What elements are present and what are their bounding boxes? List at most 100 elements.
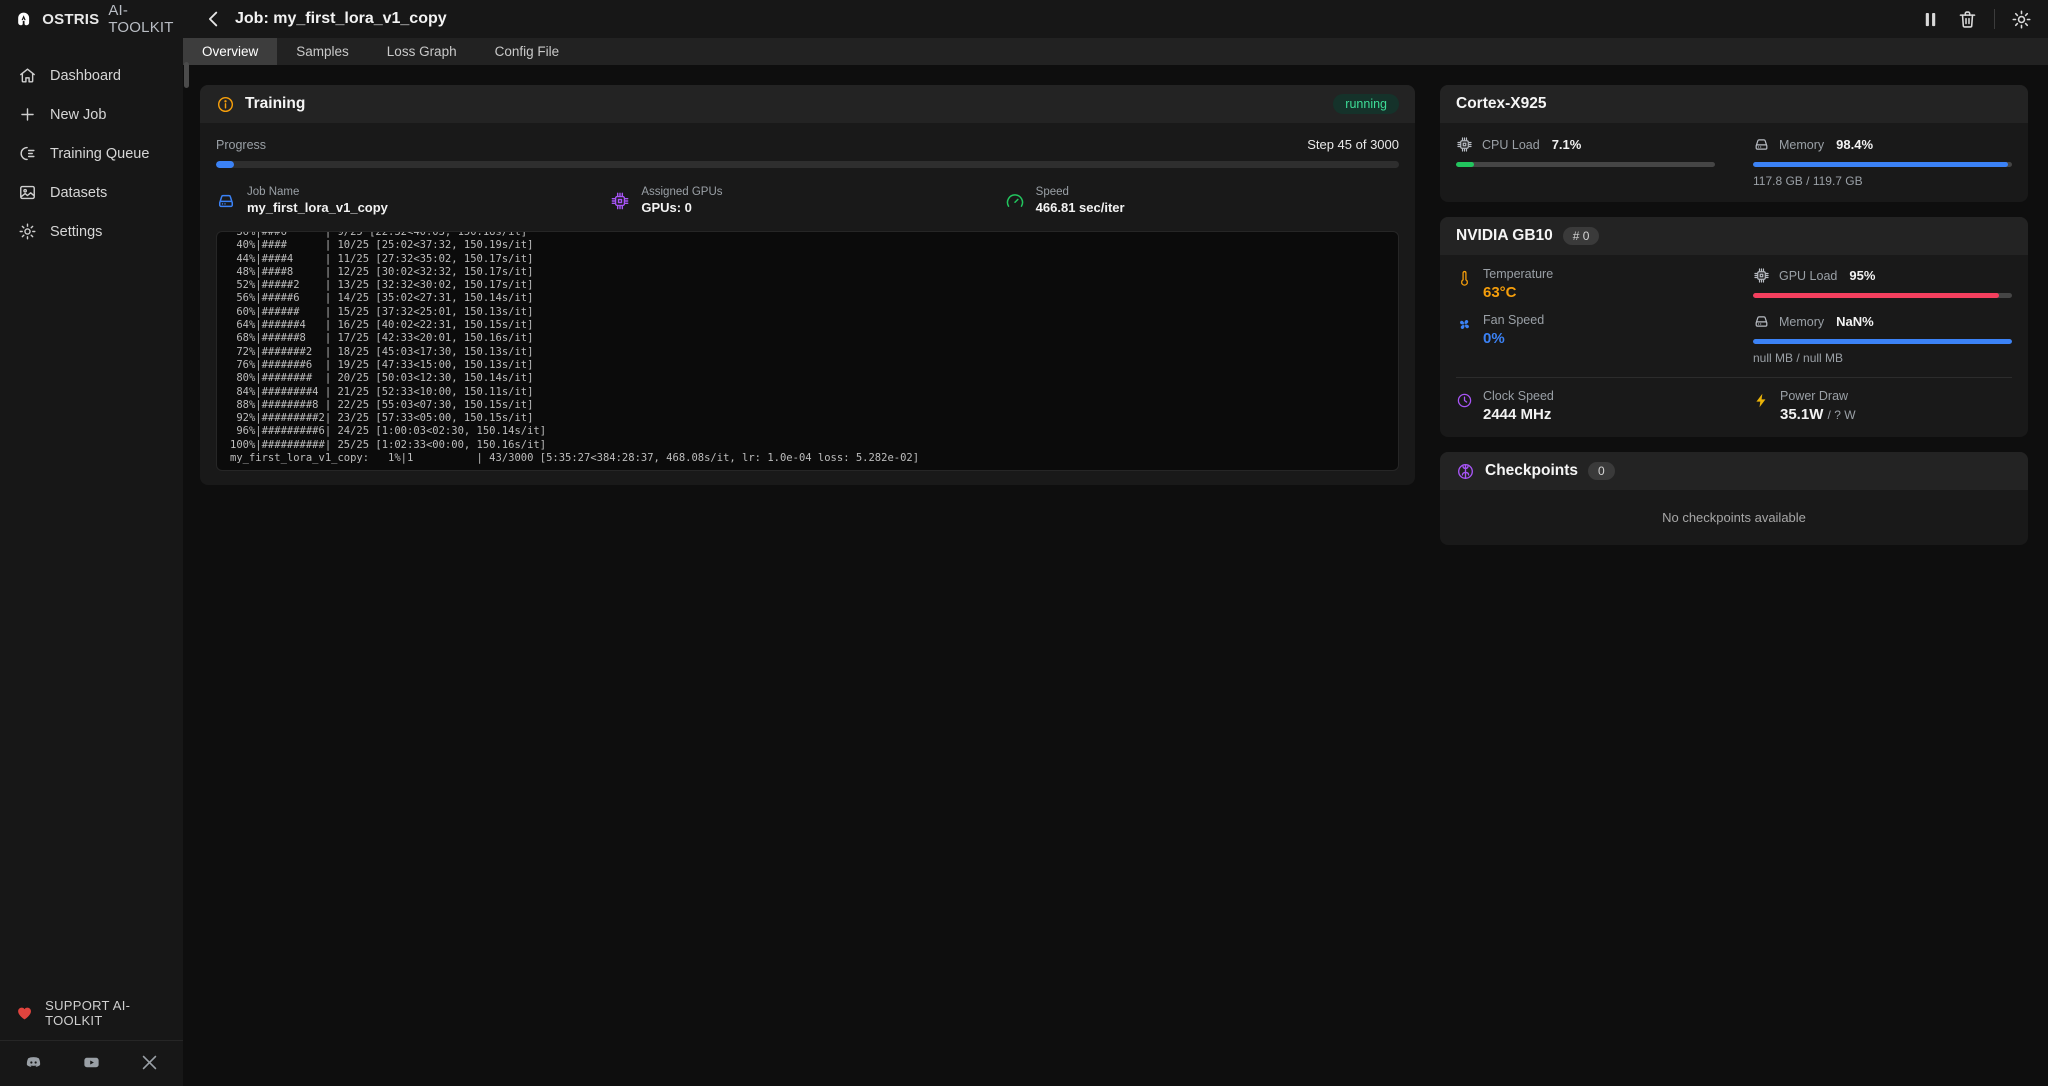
gpu-fan-speed: Fan Speed 0% [1456,313,1715,365]
cpu-memory-label: Memory [1779,138,1824,152]
terminal-line: 60%|###### | 15/25 [37:32<25:01, 150.13s… [230,306,1385,319]
gpu-power-draw: Power Draw 35.1W / ? W [1753,389,2012,423]
cpu-load-value: 7.1% [1552,137,1582,152]
heart-icon [16,1003,33,1023]
sidebar-item-datasets[interactable]: Datasets [0,173,183,212]
scrollbar-thumb[interactable] [184,62,189,88]
gpu-index-badge: # 0 [1563,227,1600,245]
tab-bar: Overview Samples Loss Graph Config File [183,38,2048,65]
tab-samples[interactable]: Samples [277,38,368,65]
terminal-line: 76%|#######6 | 19/25 [47:33<15:00, 150.1… [230,359,1385,372]
power-draw-limit: / ? W [1828,408,1856,422]
sidebar-item-new-job[interactable]: New Job [0,95,183,134]
pause-job-button[interactable] [1920,9,1941,30]
tab-label: Overview [202,44,258,59]
brain-icon [1456,462,1475,481]
gpu-clock-speed: Clock Speed 2444 MHz [1456,389,1715,423]
stat-value: my_first_lora_v1_copy [247,200,388,215]
gpu-memory-value: NaN% [1836,314,1874,329]
gpu-load-value: 95% [1849,268,1875,283]
brand[interactable]: OSTRIS AI-TOOLKIT [0,2,183,36]
tab-label: Samples [296,44,349,59]
support-label: SUPPORT AI-TOOLKIT [45,998,167,1028]
power-draw-watts: 35.1W [1780,406,1823,423]
terminal-line: my_first_lora_v1_copy: 1%|1 | 43/3000 [5… [230,452,1385,465]
top-bar: OSTRIS AI-TOOLKIT Job: my_first_lora_v1_… [0,0,2048,38]
gpu-memory-bar [1753,339,2012,344]
terminal-line: 52%|#####2 | 13/25 [32:32<30:02, 150.17s… [230,279,1385,292]
terminal-line: 64%|######4 | 16/25 [40:02<22:31, 150.15… [230,319,1385,332]
sidebar-item-label: Training Queue [50,146,149,162]
gpu-load-meter: GPU Load 95% [1753,267,2012,301]
sidebar-item-training-queue[interactable]: Training Queue [0,134,183,173]
monitor-panel: Cortex-X925 CPU Load 7.1% [1440,85,2028,545]
gpu-temperature: Temperature 63°C [1456,267,1715,301]
terminal-line: 96%|#########6| 24/25 [1:00:03<02:30, 15… [230,425,1385,438]
training-log[interactable]: 36%|###6 | 9/25 [22:32<40:03, 150.18s/it… [216,231,1399,471]
stat-value: GPUs: 0 [641,200,722,215]
cpu-card: Cortex-X925 CPU Load 7.1% [1440,85,2028,202]
checkpoints-title: Checkpoints [1485,462,1578,480]
sidebar-item-label: Datasets [50,185,107,201]
info-icon [216,95,235,114]
x-icon[interactable] [140,1053,159,1072]
main-area: Overview Samples Loss Graph Config File … [183,38,2048,1086]
terminal-line: 72%|#######2 | 18/25 [45:03<17:30, 150.1… [230,346,1385,359]
back-button[interactable] [203,8,225,30]
training-queue-icon [18,144,37,163]
terminal-line: 44%|####4 | 11/25 [27:32<35:02, 150.17s/… [230,253,1385,266]
terminal-line: 80%|######## | 20/25 [50:03<12:30, 150.1… [230,372,1385,385]
power-draw-value: 35.1W / ? W [1780,406,1856,423]
terminal-line: 68%|######8 | 17/25 [42:33<20:01, 150.16… [230,332,1385,345]
toolbar-divider [1994,9,1995,29]
cpu-memory-detail: 117.8 GB / 119.7 GB [1753,174,2012,188]
sidebar-item-label: New Job [50,107,106,123]
sidebar-item-label: Dashboard [50,68,121,84]
clock-speed-value: 2444 MHz [1483,406,1554,423]
step-counter: Step 45 of 3000 [1307,137,1399,152]
fan-icon [1456,316,1473,333]
page-title: Job: my_first_lora_v1_copy [235,10,447,28]
gpu-memory-meter: Memory NaN% null MB / null MB [1753,313,2012,365]
gpu-load-label: GPU Load [1779,269,1837,283]
cpu-memory-bar [1753,162,2008,167]
training-card: Training running Progress Step 45 of 300… [200,85,1415,485]
sidebar-item-dashboard[interactable]: Dashboard [0,56,183,95]
tab-loss-graph[interactable]: Loss Graph [368,38,476,65]
training-progress-bar [216,161,1399,168]
settings-button[interactable] [2011,9,2032,30]
terminal-line: 84%|########4 | 21/25 [52:33<10:00, 150.… [230,386,1385,399]
thermometer-icon [1456,270,1473,287]
lightning-icon [1753,392,1770,409]
discord-icon[interactable] [24,1053,43,1072]
cpu-card-title: Cortex-X925 [1456,95,1546,113]
gpu-chip-icon [1753,267,1770,284]
gpu-card: NVIDIA GB10 # 0 Temperature 63°C [1440,217,2028,437]
pause-icon [1920,9,1941,30]
gpu-chip-icon [610,191,630,211]
stat-assigned-gpus: Assigned GPUs GPUs: 0 [610,186,1004,215]
terminal-line: 56%|#####6 | 14/25 [35:02<27:31, 150.14s… [230,292,1385,305]
stat-value: 466.81 sec/iter [1036,200,1125,215]
gpu-load-bar [1753,293,1999,298]
temperature-value: 63°C [1483,284,1553,301]
cpu-load-bar [1456,162,1474,167]
checkpoints-empty-message: No checkpoints available [1662,510,1806,525]
youtube-icon[interactable] [82,1053,101,1072]
sidebar-item-settings[interactable]: Settings [0,212,183,251]
status-badge: running [1333,94,1399,114]
cpu-memory-meter: Memory 98.4% 117.8 GB / 119.7 GB [1753,136,2012,188]
tab-config-file[interactable]: Config File [476,38,579,65]
tab-overview[interactable]: Overview [183,38,277,65]
terminal-line: 92%|#########2| 23/25 [57:33<05:00, 150.… [230,412,1385,425]
hard-drive-icon [1753,313,1770,330]
chevron-left-icon [203,8,225,30]
cpu-load-meter: CPU Load 7.1% [1456,136,1715,188]
stat-job-name: Job Name my_first_lora_v1_copy [216,186,610,215]
support-link[interactable]: SUPPORT AI-TOOLKIT [0,986,183,1040]
terminal-line: 48%|####8 | 12/25 [30:02<32:32, 150.17s/… [230,266,1385,279]
training-title: Training [245,95,305,113]
stat-speed: Speed 466.81 sec/iter [1005,186,1399,215]
delete-job-button[interactable] [1957,9,1978,30]
trash-icon [1957,9,1978,30]
